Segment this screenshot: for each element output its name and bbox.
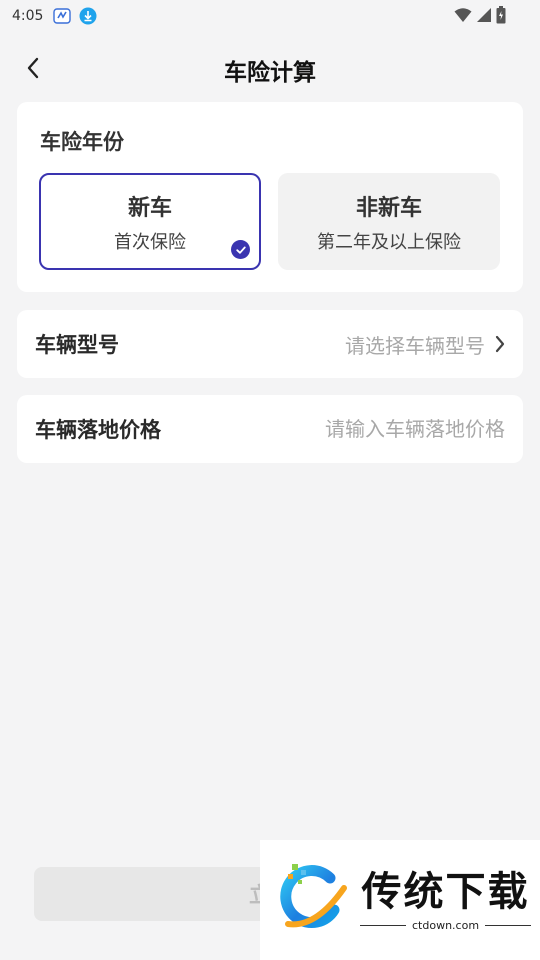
vehicle-model-placeholder: 请选择车辆型号	[345, 333, 485, 358]
vehicle-model-value: 请选择车辆型号	[345, 330, 505, 359]
signal-icon	[476, 7, 492, 27]
option-title: 新车	[127, 195, 172, 221]
page-title: 车险计算	[224, 60, 316, 86]
nav-bar: 车险计算	[0, 44, 540, 96]
check-icon	[231, 240, 250, 259]
option-subtitle: 第二年及以上保险	[317, 231, 461, 253]
chevron-right-icon	[495, 335, 505, 353]
option-subtitle: 首次保险	[114, 231, 186, 253]
vehicle-price-input[interactable]	[245, 417, 505, 441]
watermark-title: 传统下载	[361, 868, 530, 915]
watermark-url: ctdown.com	[412, 918, 480, 932]
watermark-text-block: 传统下载 ctdown.com	[360, 868, 532, 932]
watermark-url-row: ctdown.com	[360, 918, 532, 932]
option-title: 非新车	[355, 195, 422, 221]
back-button[interactable]	[18, 54, 48, 86]
download-icon	[79, 7, 97, 25]
divider	[485, 924, 532, 926]
status-right-icons	[454, 6, 506, 28]
vehicle-price-label: 车辆落地价格	[35, 418, 161, 442]
insurance-year-card: 车险年份 新车 首次保险 非新车 第二年及以上保险	[17, 102, 523, 292]
chevron-left-icon	[26, 57, 40, 83]
vehicle-model-label: 车辆型号	[35, 333, 119, 357]
battery-icon	[496, 6, 506, 28]
status-time: 4:05	[12, 8, 44, 24]
wifi-icon	[454, 7, 472, 27]
vehicle-model-row[interactable]: 车辆型号 请选择车辆型号	[17, 310, 523, 378]
insurance-year-label: 车险年份	[40, 130, 124, 154]
watermark: 传统下载 ctdown.com	[260, 840, 540, 960]
vehicle-price-row: 车辆落地价格	[17, 395, 523, 463]
option-used-car[interactable]: 非新车 第二年及以上保险	[278, 173, 500, 270]
watermark-logo-icon	[272, 858, 352, 942]
divider	[360, 924, 406, 926]
app-badge-icon	[53, 7, 72, 25]
status-bar: 4:05	[0, 0, 540, 32]
option-new-car[interactable]: 新车 首次保险	[39, 173, 261, 270]
